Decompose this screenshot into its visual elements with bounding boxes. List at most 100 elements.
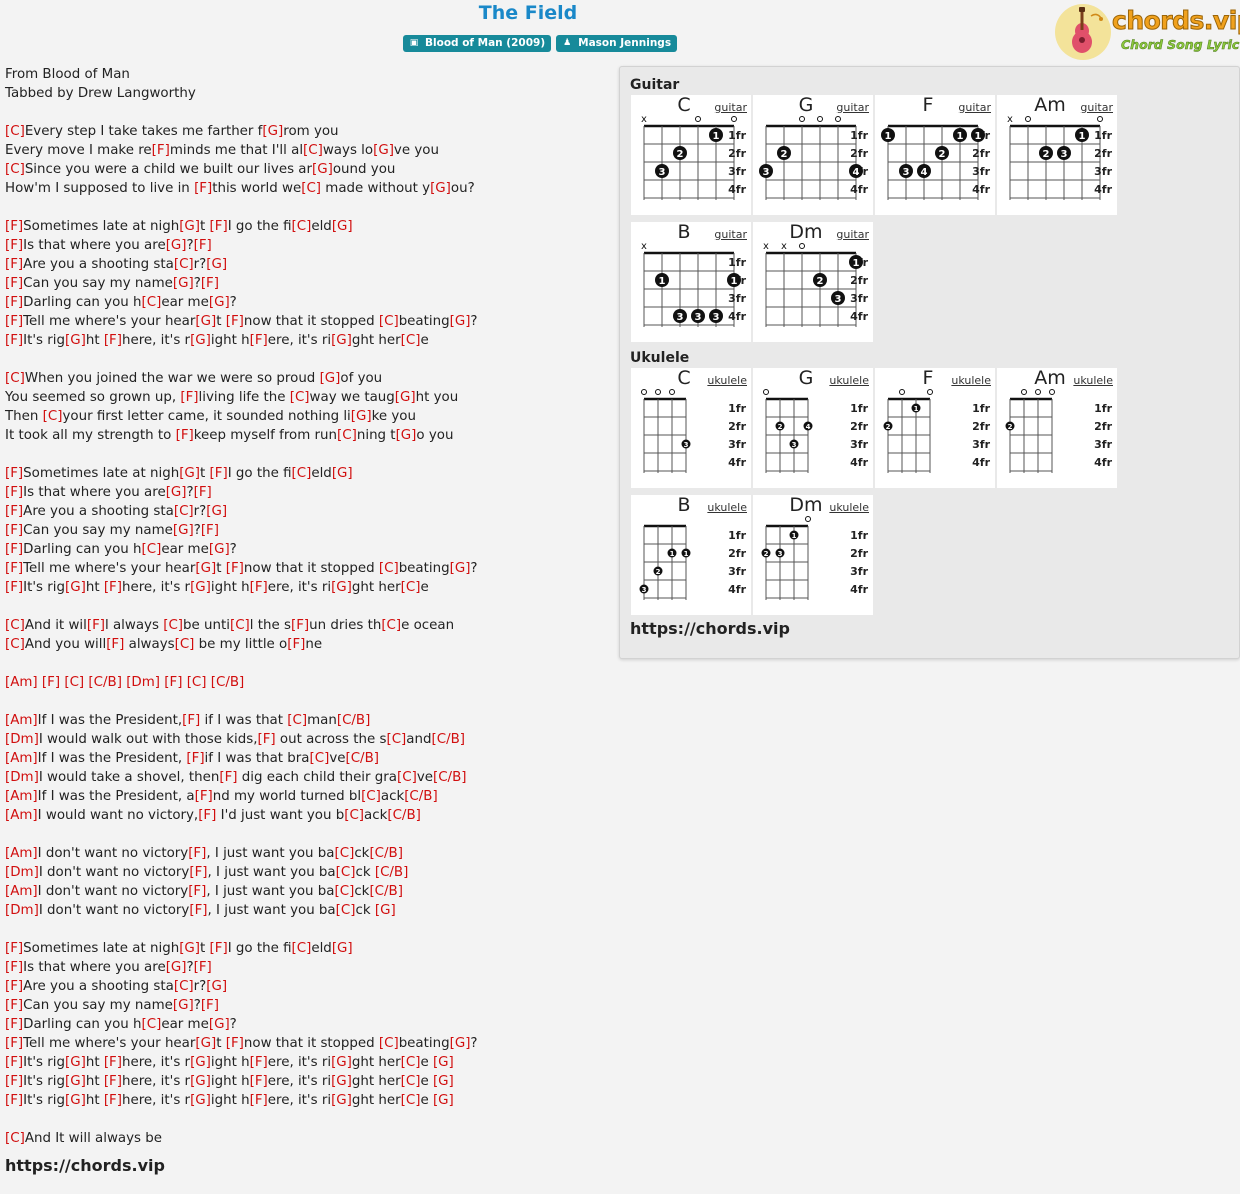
chord-token[interactable]: [G] xyxy=(190,333,211,348)
chord-token[interactable]: [G] xyxy=(209,295,230,310)
chord-token[interactable]: [F] xyxy=(5,1017,23,1032)
chord-token[interactable]: [C/B] xyxy=(369,884,403,899)
chord-token[interactable]: [C] xyxy=(187,675,207,690)
chord-token[interactable]: [G] xyxy=(195,561,216,576)
chord-token[interactable]: [G] xyxy=(332,941,353,956)
chord-token[interactable]: [C] xyxy=(336,903,356,918)
chord-token[interactable]: [C] xyxy=(379,314,399,329)
chord-token[interactable]: [C] xyxy=(379,1036,399,1051)
chord-token[interactable]: [Am] xyxy=(5,789,38,804)
chord-token[interactable]: [F] xyxy=(226,561,244,576)
chord-token[interactable]: [F] xyxy=(5,1055,23,1070)
chord-token[interactable]: [F] xyxy=(186,751,204,766)
chord-token[interactable]: [F] xyxy=(189,865,207,880)
chord-token[interactable]: [Dm] xyxy=(5,732,39,747)
chord-token[interactable]: [C/B] xyxy=(375,865,409,880)
chord-token[interactable]: [G] xyxy=(450,314,471,329)
chord-token[interactable]: [F] xyxy=(5,466,23,481)
chord-token[interactable]: [F] xyxy=(180,390,198,405)
chord-token[interactable]: [C] xyxy=(5,371,25,386)
chord-token[interactable]: [C/B] xyxy=(433,770,467,785)
chord-token[interactable]: [F] xyxy=(257,732,275,747)
chord-token[interactable]: [G] xyxy=(331,1074,352,1089)
chord-token[interactable]: [G] xyxy=(430,181,451,196)
chord-token[interactable]: [F] xyxy=(5,1093,23,1108)
chord-token[interactable]: [C] xyxy=(5,124,25,139)
chord-token[interactable]: [F] xyxy=(194,485,212,500)
chord-token[interactable]: [G] xyxy=(450,1036,471,1051)
chord-token[interactable]: [F] xyxy=(182,713,200,728)
chord-token[interactable]: [G] xyxy=(262,124,283,139)
chord-token[interactable]: [F] xyxy=(5,257,23,272)
chord-token[interactable]: [F] xyxy=(287,637,305,652)
chord-token[interactable]: [G] xyxy=(395,390,416,405)
chord-token[interactable]: [F] xyxy=(189,903,207,918)
chord-token[interactable]: [G] xyxy=(331,333,352,348)
chord-token[interactable]: [G] xyxy=(433,1093,454,1108)
chord-token[interactable]: [Am] xyxy=(5,846,38,861)
chord-token[interactable]: [Dm] xyxy=(5,770,39,785)
chord-token[interactable]: [F] xyxy=(250,1074,268,1089)
chord-token[interactable]: [G] xyxy=(396,428,417,443)
chord-token[interactable]: [Dm] xyxy=(5,865,39,880)
chord-token[interactable]: [C] xyxy=(401,580,421,595)
chord-token[interactable]: [C] xyxy=(401,1055,421,1070)
chord-token[interactable]: [F] xyxy=(210,219,228,234)
chord-token[interactable]: [Am] xyxy=(5,713,38,728)
chord-token[interactable]: [F] xyxy=(87,618,105,633)
chord-token[interactable]: [F] xyxy=(198,808,216,823)
chord-token[interactable]: [F] xyxy=(194,181,212,196)
chord-token[interactable]: [C] xyxy=(292,466,312,481)
chord-token[interactable]: [G] xyxy=(331,1055,352,1070)
chord-token[interactable]: [G] xyxy=(65,1093,86,1108)
chord-token[interactable]: [C] xyxy=(303,143,323,158)
chord-token[interactable]: [F] xyxy=(188,846,206,861)
chord-token[interactable]: [G] xyxy=(433,1055,454,1070)
chord-token[interactable]: [C] xyxy=(175,637,195,652)
chord-token[interactable]: [F] xyxy=(106,637,124,652)
chord-token[interactable]: [C] xyxy=(335,846,355,861)
chord-token[interactable]: [C] xyxy=(230,618,250,633)
chord-token[interactable]: [C] xyxy=(174,257,194,272)
chord-token[interactable]: [G] xyxy=(190,1093,211,1108)
chord-token[interactable]: [G] xyxy=(166,485,187,500)
chord-token[interactable]: [F] xyxy=(5,580,23,595)
chord-token[interactable]: [C] xyxy=(292,219,312,234)
chord-token[interactable]: [F] xyxy=(210,466,228,481)
chord-token[interactable]: [G] xyxy=(190,1055,211,1070)
chord-token[interactable]: [C] xyxy=(379,561,399,576)
chord-token[interactable]: [C] xyxy=(5,162,25,177)
chord-token[interactable]: [G] xyxy=(179,941,200,956)
chord-token[interactable]: [C/B] xyxy=(211,675,245,690)
chord-token[interactable]: [F] xyxy=(5,542,23,557)
chord-token[interactable]: [C/B] xyxy=(88,675,122,690)
chord-token[interactable]: [C] xyxy=(287,713,307,728)
chord-token[interactable]: [G] xyxy=(195,1036,216,1051)
chord-token[interactable]: [Am] xyxy=(5,808,38,823)
chord-token[interactable]: [F] xyxy=(5,960,23,975)
site-logo[interactable]: chords.vip Chord Song Lyric xyxy=(1054,2,1240,62)
chord-token[interactable]: [C] xyxy=(401,1093,421,1108)
chord-token[interactable]: [C] xyxy=(5,637,25,652)
chord-token[interactable]: [C] xyxy=(397,770,417,785)
chord-token[interactable]: [G] xyxy=(209,1017,230,1032)
chord-token[interactable]: [C/B] xyxy=(432,732,466,747)
chord-token[interactable]: [F] xyxy=(164,675,182,690)
chord-token[interactable]: [G] xyxy=(65,1055,86,1070)
chord-token[interactable]: [F] xyxy=(5,1036,23,1051)
chord-token[interactable]: [G] xyxy=(312,162,333,177)
chord-token[interactable]: [F] xyxy=(210,941,228,956)
chord-token[interactable]: [F] xyxy=(5,219,23,234)
chord-token[interactable]: [F] xyxy=(201,276,219,291)
chord-token[interactable]: [G] xyxy=(320,371,341,386)
chord-token[interactable]: [G] xyxy=(179,219,200,234)
chord-token[interactable]: [C/B] xyxy=(369,846,403,861)
chord-token[interactable]: [C] xyxy=(401,333,421,348)
chord-token[interactable]: [G] xyxy=(331,1093,352,1108)
chord-token[interactable]: [F] xyxy=(5,998,23,1013)
chord-token[interactable]: [Am] xyxy=(5,884,38,899)
chord-token[interactable]: [C/B] xyxy=(387,808,421,823)
chord-token[interactable]: [G] xyxy=(206,979,227,994)
chord-token[interactable]: [C] xyxy=(361,789,381,804)
chord-token[interactable]: [C] xyxy=(174,504,194,519)
